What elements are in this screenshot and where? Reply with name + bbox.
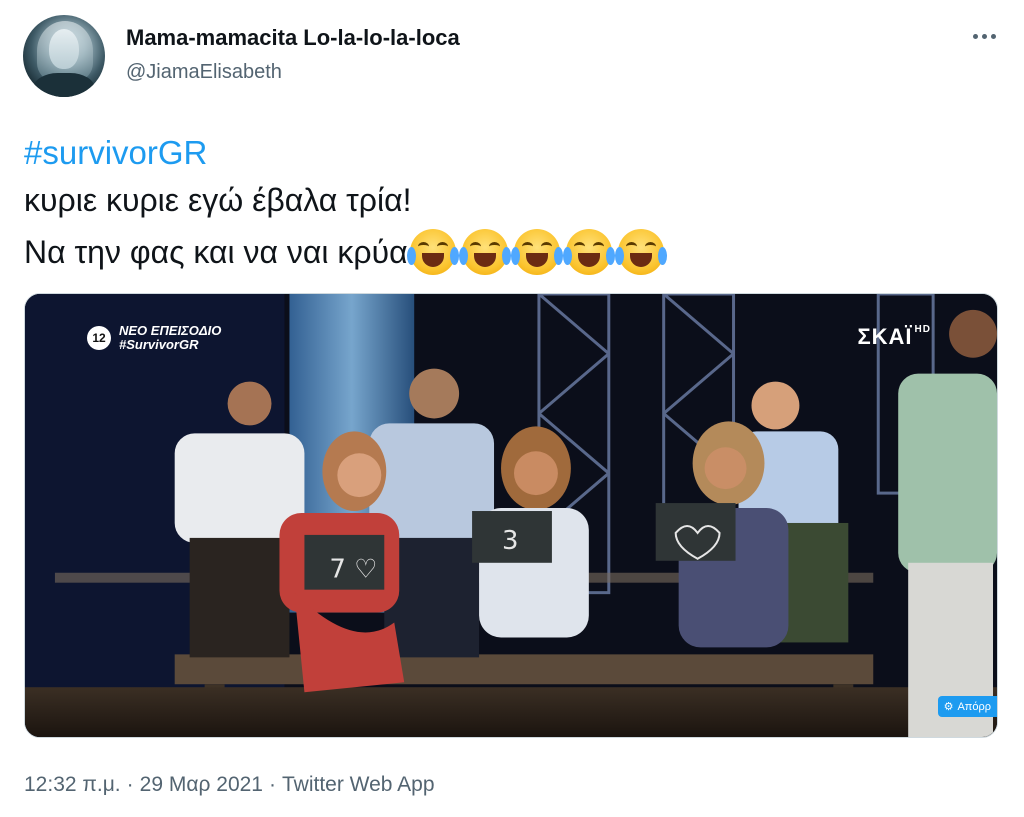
avatar[interactable]: [23, 15, 105, 97]
footer-separator: ·: [268, 773, 276, 796]
gear-icon: ⚙: [943, 701, 954, 713]
tweet-text-line-2: Να την φας και να ναι κρύα: [24, 229, 667, 275]
more-dot-icon: [981, 33, 987, 39]
episode-badge: 12 ΝΕΟ ΕΠΕΙΣΟΔΙΟ #SurvivorGR: [87, 324, 221, 352]
privacy-chip-label: Απόρρ: [957, 700, 991, 713]
episode-badge-text: ΝΕΟ ΕΠΕΙΣΟΔΙΟ #SurvivorGR: [119, 324, 221, 352]
tears-of-joy-emoji-icon: [614, 229, 667, 275]
more-dot-icon: [972, 33, 978, 39]
badge-line-1: ΝΕΟ ΕΠΕΙΣΟΔΙΟ: [119, 323, 222, 338]
sign-text-7: 7 ♡: [329, 555, 377, 585]
tweet-text-line-1: κυριε κυριε εγώ έβαλα τρία!: [24, 182, 412, 218]
tears-of-joy-emoji-icon: [458, 229, 511, 275]
user-handle[interactable]: @JiamaElisabeth: [126, 61, 282, 84]
tweet-footer: 12:32 π.μ. · 29 Μαρ 2021 · Twitter Web App: [24, 773, 435, 797]
tv-scene-image: 7 ♡ 3: [25, 294, 997, 737]
more-options-button[interactable]: [966, 22, 1002, 50]
footer-separator: ·: [126, 773, 134, 796]
tears-of-joy-emoji-icon: [562, 229, 615, 275]
tweet-source-link[interactable]: Twitter Web App: [282, 773, 435, 796]
channel-logo: ΣΚΑΪ HD: [857, 324, 931, 350]
display-name[interactable]: Mama-mamacita Lo-la-lo-la-loca: [126, 25, 460, 51]
badge-line-2: #SurvivorGR: [119, 337, 199, 352]
tweet-time-link[interactable]: 12:32 π.μ.: [24, 773, 121, 796]
channel-logo-suffix: HD: [914, 324, 931, 335]
sign-text-3: 3: [502, 526, 519, 556]
rating-badge-icon: 12: [87, 326, 111, 350]
tears-of-joy-emoji-icon: [510, 229, 563, 275]
hashtag-link[interactable]: #survivorGR: [24, 134, 207, 172]
more-dot-icon: [990, 33, 996, 39]
channel-logo-text: ΣΚΑΪ: [857, 324, 913, 349]
tweet-text-line-2-text: Να την φας και να ναι κρύα: [24, 233, 408, 270]
avatar-body: [33, 73, 95, 97]
privacy-chip[interactable]: ⚙ Απόρρ: [937, 696, 997, 717]
tears-of-joy-emoji-icon: [406, 229, 459, 275]
tweet-date-link[interactable]: 29 Μαρ 2021: [140, 773, 263, 796]
tweet-media-image[interactable]: 7 ♡ 3 12 ΝΕΟ ΕΠΕΙΣΟΔΙΟ #SurvivorGR ΣΚΑΪ …: [24, 293, 998, 738]
emoji-row: [406, 229, 667, 275]
avatar-face: [49, 29, 79, 69]
tweet-card: Mama-mamacita Lo-la-lo-la-loca @JiamaEli…: [0, 0, 1024, 817]
